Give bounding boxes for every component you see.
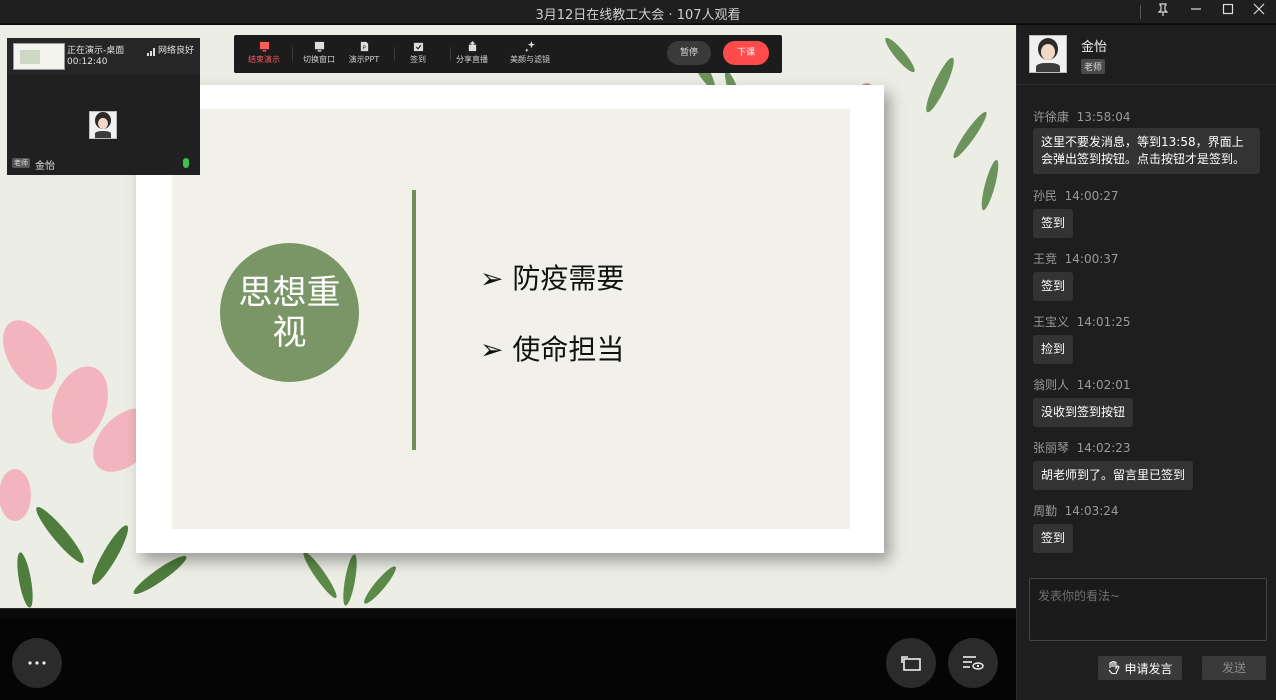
- end-presentation-label: 结束演示: [248, 55, 280, 64]
- minimize-icon[interactable]: [1187, 3, 1205, 21]
- message-bubble: 胡老师到了。留言里已签到: [1033, 461, 1194, 490]
- titlebar-divider: [1140, 5, 1141, 19]
- message-sender: 王竞 14:00:37: [1033, 252, 1119, 266]
- present-ppt-button[interactable]: P 演示PPT: [334, 41, 394, 65]
- presenter-name: 金怡: [35, 161, 55, 172]
- present-ppt-label: 演示PPT: [348, 55, 380, 64]
- desktop-thumbnail: [13, 43, 65, 70]
- close-icon[interactable]: [1250, 3, 1268, 21]
- sign-in-label: 签到: [410, 55, 426, 64]
- title-bar: 3月12日在线教工大会 · 107人观看: [0, 0, 1276, 24]
- more-dots-icon: [28, 661, 46, 665]
- more-options-button[interactable]: [12, 638, 62, 688]
- window-title: 3月12日在线教工大会 · 107人观看: [535, 8, 741, 23]
- host-name: 金怡: [1081, 40, 1108, 55]
- window-switch-icon: [314, 41, 324, 52]
- message-bubble: 签到: [1033, 209, 1074, 238]
- message-sender: 王宝义 14:01:25: [1033, 315, 1131, 329]
- checkin-icon: [413, 42, 423, 52]
- chat-input[interactable]: 发表你的看法~: [1029, 578, 1267, 641]
- chat-sidebar: 金怡 老师 许徐康 13:58:04 这里不要发消息，等到13:58，界面上会弹…: [1016, 25, 1276, 700]
- pin-icon[interactable]: [1154, 3, 1172, 21]
- message-bubble: 签到: [1033, 272, 1074, 301]
- message-bubble: 这里不要发消息，等到13:58，界面上会弹出签到按钮。点击按钮才是签到。: [1033, 128, 1260, 174]
- message-sender: 周勤 14:03:24: [1033, 504, 1119, 518]
- screen-stop-icon: [259, 41, 269, 52]
- maximize-icon[interactable]: [1219, 3, 1237, 21]
- rotate-screen-icon: [901, 656, 921, 671]
- message-bubble: 没收到签到按钮: [1033, 398, 1134, 427]
- sparkle-icon: [524, 41, 535, 52]
- raise-hand-label: 申请发言: [1124, 661, 1173, 676]
- slide-bullet-2: ➢ 使命担当: [480, 333, 625, 366]
- beauty-filter-button[interactable]: 美颜与滤镜: [500, 41, 560, 65]
- stage-divider: [0, 608, 1016, 618]
- presenting-status: 正在演示-桌面: [67, 46, 125, 56]
- presenter-preview[interactable]: 正在演示-桌面 00:12:40 网络良好 老师 金怡: [7, 38, 200, 175]
- end-class-button[interactable]: 下课: [723, 41, 769, 65]
- presenter-avatar: [89, 111, 117, 139]
- view-list-button[interactable]: [948, 638, 998, 688]
- slide-divider-line: [412, 190, 416, 450]
- message-sender: 许徐康 13:58:04: [1033, 110, 1131, 124]
- network-status: 网络良好: [147, 43, 194, 56]
- role-badge: 老师: [12, 158, 30, 168]
- share-icon: [468, 41, 476, 52]
- message-sender: 张丽琴 14:02:23: [1033, 441, 1131, 455]
- bottom-control-bar: [0, 618, 1016, 700]
- end-presentation-button[interactable]: 结束演示: [234, 41, 294, 65]
- host-header: 金怡 老师: [1017, 25, 1276, 85]
- chat-input-placeholder: 发表你的看法~: [1038, 589, 1121, 603]
- share-live-button[interactable]: 分享直播: [442, 41, 502, 65]
- list-eye-icon: [963, 656, 984, 670]
- preview-header: 正在演示-桌面 00:12:40 网络良好: [7, 38, 200, 74]
- elapsed-timer: 00:12:40: [67, 57, 108, 67]
- message-sender: 孙民 14:00:27: [1033, 189, 1119, 203]
- message-bubble: 签到: [1033, 524, 1074, 553]
- host-role-badge: 老师: [1081, 59, 1106, 74]
- rotate-layout-button[interactable]: [886, 638, 936, 688]
- message-bubble: 捡到: [1033, 335, 1074, 364]
- presenter-toolbar: 结束演示 切换窗口 P 演示PPT 签到 分享直播 美颜与滤镜 暂停 下课: [234, 35, 782, 73]
- share-live-label: 分享直播: [456, 55, 488, 64]
- hand-icon: [1109, 661, 1120, 675]
- pause-button[interactable]: 暂停: [667, 41, 711, 65]
- slide-bullet-1: ➢ 防疫需要: [480, 262, 625, 295]
- signal-icon: [147, 48, 155, 56]
- switch-window-label: 切换窗口: [303, 55, 335, 64]
- raise-hand-button[interactable]: 申请发言: [1098, 656, 1182, 680]
- slide-circle-heading: 思想重视: [220, 243, 359, 382]
- message-sender: 翁则人 14:02:01: [1033, 378, 1131, 392]
- host-avatar: [1029, 35, 1067, 73]
- network-label: 网络良好: [158, 46, 195, 56]
- send-button[interactable]: 发送: [1202, 656, 1266, 680]
- microphone-icon: [183, 158, 189, 168]
- ppt-file-icon: P: [360, 41, 368, 51]
- sign-in-button[interactable]: 签到: [388, 41, 448, 65]
- beauty-filter-label: 美颜与滤镜: [510, 55, 550, 64]
